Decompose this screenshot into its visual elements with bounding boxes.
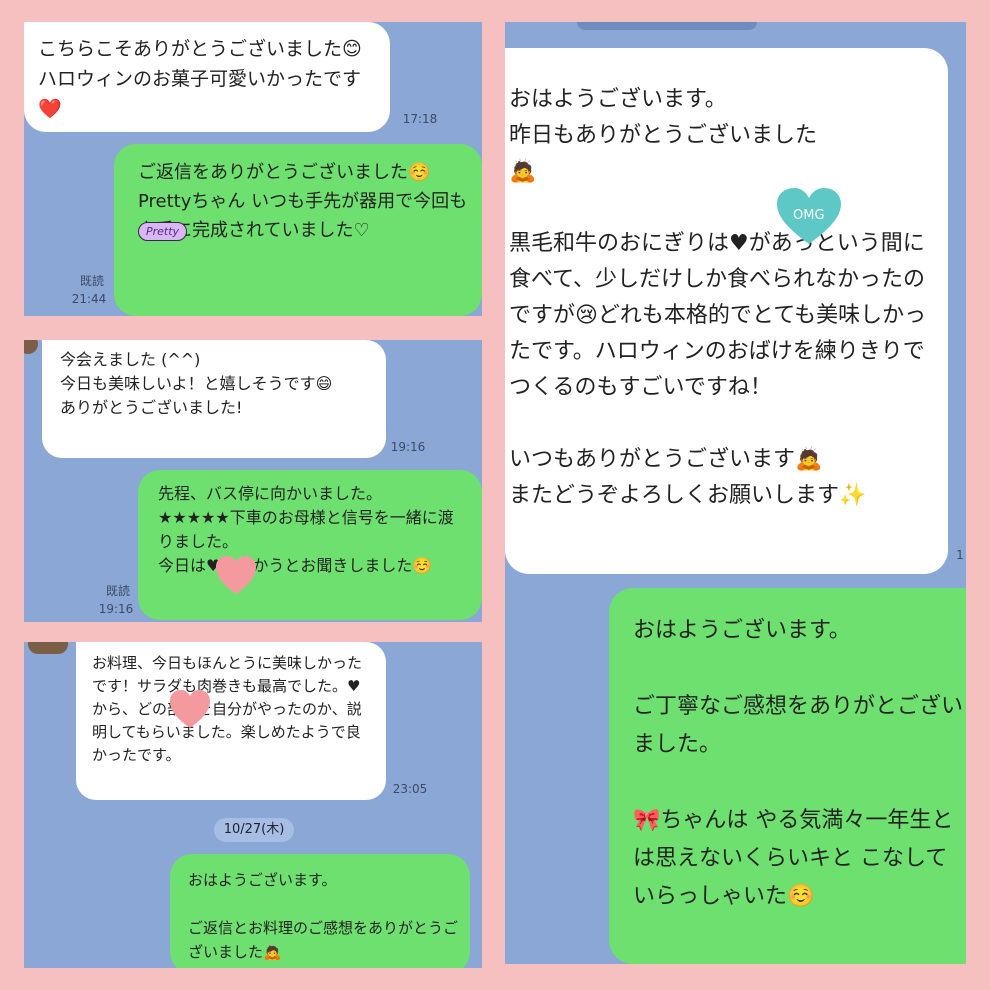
chat-panel-4: おはようございます。 昨日もありがとうございました 🙇 黒毛和牛のおにぎりは♥が… — [505, 22, 966, 964]
pretty-sticker: Pretty — [138, 222, 188, 241]
chat-panel-3: お料理、今日もほんとうに美味しかったです！サラダも肉巻きも最高でした。♥から、ど… — [24, 642, 482, 968]
outgoing-message-bubble[interactable]: おはようございます。 ご返信とお料理のご感想をありがとうございました🙇 — [170, 854, 470, 968]
incoming-message-bubble[interactable]: 今会えました (^^) 今日も美味しいよ！と嬉しそうです😄 ありがとうございまし… — [42, 340, 386, 458]
outgoing-message-bubble[interactable]: 先程、バス停に向かいました。 ★★★★★下車のお母様と信号を一緒に渡りました。 … — [138, 470, 482, 620]
read-receipt: 既読 — [105, 584, 130, 598]
incoming-message-bubble[interactable]: こちらこそありがとうございました😊ハロウィンのお菓子可愛いかったです❤️ — [24, 22, 390, 132]
chat-panel-1: こちらこそありがとうございました😊ハロウィンのお菓子可愛いかったです❤️ 17:… — [24, 22, 482, 316]
message-time: 1 — [956, 548, 964, 562]
chat-panel-2: 今会えました (^^) 今日も美味しいよ！と嬉しそうです😄 ありがとうございまし… — [24, 340, 482, 622]
message-time: 21:44 — [71, 292, 107, 306]
message-time: 19:16 — [98, 602, 134, 616]
read-receipt: 既読 — [79, 274, 104, 288]
contact-avatar[interactable] — [24, 340, 38, 354]
date-separator: 10/27(木) — [214, 818, 294, 842]
outgoing-message-bubble[interactable]: おはようございます。 ご丁寧なご感想をありがとございました。 🎀ちゃんは やる気… — [609, 588, 966, 964]
message-time: 23:05 — [392, 782, 428, 796]
incoming-message-bubble[interactable]: お料理、今日もほんとうに美味しかったです！サラダも肉巻きも最高でした。♥から、ど… — [76, 642, 386, 800]
incoming-message-bubble[interactable]: おはようございます。 昨日もありがとうございました 🙇 黒毛和牛のおにぎりは♥が… — [505, 48, 948, 574]
message-time: 19:16 — [390, 440, 426, 454]
scroll-indicator[interactable] — [577, 22, 757, 30]
contact-avatar[interactable] — [28, 642, 68, 654]
message-time: 17:18 — [402, 112, 438, 126]
omg-sticker-text: OMG — [793, 208, 825, 223]
